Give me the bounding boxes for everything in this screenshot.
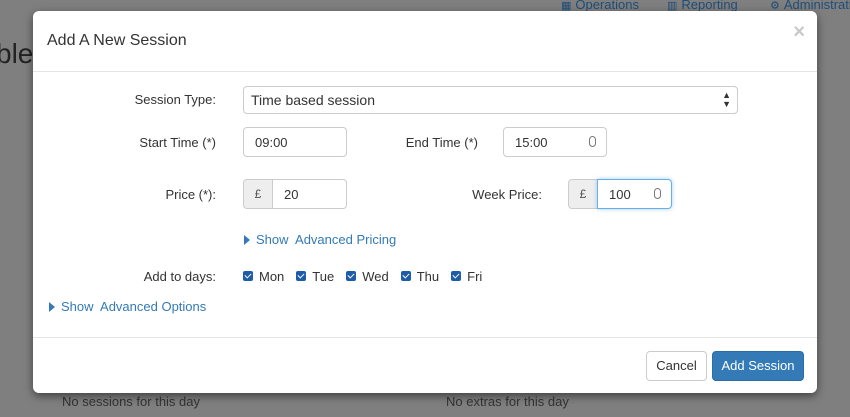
show-advanced-options-link[interactable]: Show Advanced Options (49, 299, 206, 314)
session-type-label: Session Type: (134, 92, 216, 107)
end-time-input[interactable]: 15:00 (503, 127, 607, 157)
thu-label: Thu (416, 268, 440, 284)
caret-right-icon (49, 302, 55, 312)
session-type-select[interactable]: Time based session ▲ ▼ (243, 86, 738, 114)
days-checkbox-group: Mon Tue Wed Thu Fri (243, 268, 494, 284)
thu-checkbox[interactable] (400, 271, 411, 281)
mon-checkbox[interactable] (243, 271, 253, 281)
close-icon[interactable]: × (793, 21, 805, 44)
week-price-currency-addon: £ (568, 179, 598, 209)
tue-checkbox[interactable] (296, 271, 307, 281)
caret-right-icon (244, 235, 250, 245)
day-tue: Tue (296, 269, 334, 284)
day-fri: Fri (451, 269, 482, 284)
modal-footer: Cancel Add Session (33, 337, 817, 394)
cancel-button[interactable]: Cancel (646, 351, 707, 381)
wed-label: Wed (362, 268, 389, 284)
price-input[interactable]: 20 (272, 179, 347, 209)
fri-label: Fri (467, 268, 483, 284)
start-time-label: Start Time (*) (139, 135, 216, 150)
week-price-value: 100 (609, 187, 631, 202)
add-session-modal: Add A New Session × Session Type: Time b… (33, 11, 817, 393)
wed-checkbox[interactable] (346, 271, 357, 281)
week-price-input[interactable]: 100 (597, 179, 672, 209)
modal-header: Add A New Session × (33, 11, 817, 72)
price-currency-addon: £ (243, 179, 273, 209)
day-thu: Thu (400, 268, 440, 284)
add-to-days-label: Add to days: (143, 269, 216, 284)
add-session-button[interactable]: Add Session (712, 351, 804, 381)
no-sessions-text: No sessions for this day (62, 394, 201, 409)
start-time-input[interactable]: 09:00 (243, 127, 347, 157)
advanced-options-label: Show Advanced Options (61, 299, 207, 314)
price-value: 20 (284, 187, 299, 202)
day-wed: Wed (346, 269, 389, 284)
spinner-icon[interactable] (654, 188, 661, 199)
background-page-title: ble (0, 38, 34, 69)
price-label: Price (*): (165, 187, 216, 202)
show-advanced-pricing-link[interactable]: Show Advanced Pricing (244, 232, 396, 247)
day-mon: Mon (243, 269, 284, 284)
modal-title: Add A New Session (47, 32, 187, 49)
end-time-value: 15:00 (515, 135, 548, 150)
spinner-icon[interactable] (589, 136, 596, 147)
mon-label: Mon (259, 268, 285, 284)
fri-checkbox[interactable] (451, 271, 462, 281)
week-price-label: Week Price: (472, 187, 542, 202)
select-arrows-icon: ▲ ▼ (722, 90, 731, 109)
advanced-pricing-label: Show Advanced Pricing (256, 232, 397, 247)
end-time-label: End Time (*) (405, 135, 478, 150)
start-time-value: 09:00 (255, 135, 288, 150)
tue-label: Tue (312, 268, 335, 284)
no-extras-text: No extras for this day (446, 394, 569, 409)
session-type-value: Time based session (251, 92, 375, 108)
